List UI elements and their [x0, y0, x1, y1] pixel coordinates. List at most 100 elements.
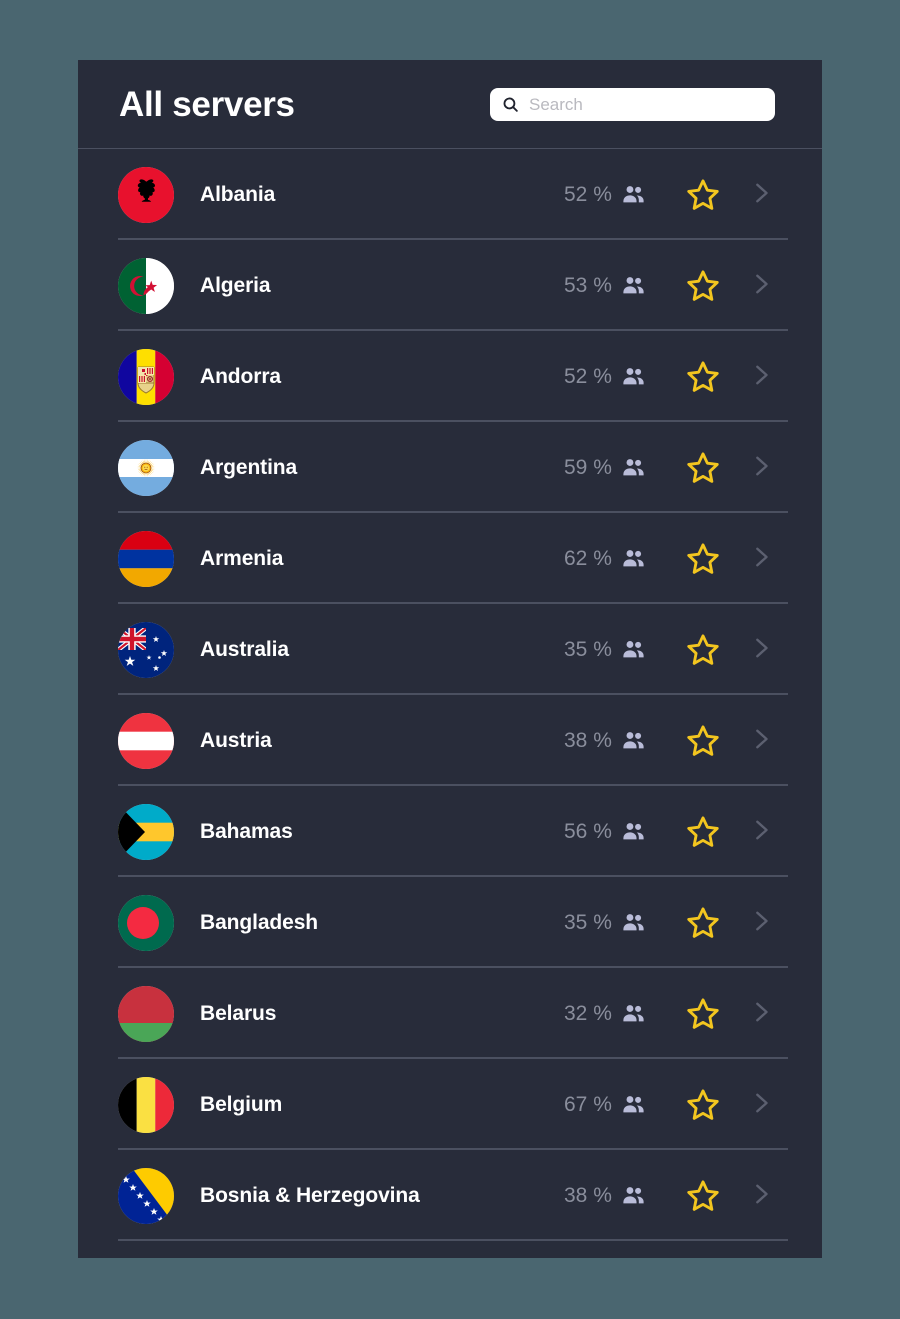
flag-icon: [118, 803, 174, 860]
load-percent: 38 %: [564, 728, 612, 752]
all-servers-card: All servers Albania 52 % Algeria 53 %: [78, 60, 822, 1258]
favorite-button[interactable]: [672, 450, 734, 486]
open-server-button[interactable]: [734, 1183, 788, 1209]
people-icon: [621, 637, 646, 662]
star-outline-icon: [685, 1087, 721, 1123]
open-server-button[interactable]: [734, 546, 788, 572]
server-load: 38 %: [564, 728, 672, 753]
search-input[interactable]: [529, 88, 763, 121]
people-icon: [621, 546, 646, 571]
chevron-right-icon: [750, 637, 772, 663]
people-icon: [621, 182, 646, 207]
favorite-button[interactable]: [672, 268, 734, 304]
chevron-right-icon: [750, 364, 772, 390]
people-icon: [621, 455, 646, 480]
server-list: Albania 52 % Algeria 53 % Andorra 52 % A…: [78, 149, 822, 1241]
server-name: Albania: [200, 182, 276, 206]
people-icon: [621, 819, 646, 844]
load-percent: 35 %: [564, 637, 612, 661]
server-load: 59 %: [564, 455, 672, 480]
star-outline-icon: [685, 814, 721, 850]
page-title: All servers: [119, 85, 295, 124]
search-box[interactable]: [490, 88, 775, 121]
star-outline-icon: [685, 905, 721, 941]
row-divider: [118, 1239, 788, 1241]
favorite-button[interactable]: [672, 541, 734, 577]
flag-icon: [118, 621, 174, 678]
server-name: Armenia: [200, 546, 284, 570]
table-row[interactable]: Armenia 62 %: [78, 513, 822, 604]
server-load: 67 %: [564, 1092, 672, 1117]
load-percent: 52 %: [564, 364, 612, 388]
open-server-button[interactable]: [734, 182, 788, 208]
table-row[interactable]: Belgium 67 %: [78, 1059, 822, 1150]
chevron-right-icon: [750, 1092, 772, 1118]
chevron-right-icon: [750, 910, 772, 936]
flag-icon: [118, 348, 174, 405]
server-name: Austria: [200, 728, 272, 752]
star-outline-icon: [685, 1178, 721, 1214]
load-percent: 56 %: [564, 819, 612, 843]
table-row[interactable]: Bosnia & Herzegovina 38 %: [78, 1150, 822, 1241]
chevron-right-icon: [750, 182, 772, 208]
table-row[interactable]: Belarus 32 %: [78, 968, 822, 1059]
load-percent: 67 %: [564, 1092, 612, 1116]
server-load: 53 %: [564, 273, 672, 298]
server-name: Belarus: [200, 1001, 277, 1025]
open-server-button[interactable]: [734, 1092, 788, 1118]
table-row[interactable]: Austria 38 %: [78, 695, 822, 786]
star-outline-icon: [685, 359, 721, 395]
chevron-right-icon: [750, 546, 772, 572]
server-load: 38 %: [564, 1183, 672, 1208]
favorite-button[interactable]: [672, 632, 734, 668]
table-row[interactable]: Albania 52 %: [78, 149, 822, 240]
table-row[interactable]: Argentina 59 %: [78, 422, 822, 513]
open-server-button[interactable]: [734, 273, 788, 299]
table-row[interactable]: Bangladesh 35 %: [78, 877, 822, 968]
open-server-button[interactable]: [734, 910, 788, 936]
favorite-button[interactable]: [672, 996, 734, 1032]
open-server-button[interactable]: [734, 728, 788, 754]
favorite-button[interactable]: [672, 723, 734, 759]
favorite-button[interactable]: [672, 177, 734, 213]
people-icon: [621, 1001, 646, 1026]
server-load: 52 %: [564, 364, 672, 389]
star-outline-icon: [685, 541, 721, 577]
favorite-button[interactable]: [672, 359, 734, 395]
chevron-right-icon: [750, 1183, 772, 1209]
load-percent: 62 %: [564, 546, 612, 570]
favorite-button[interactable]: [672, 905, 734, 941]
favorite-button[interactable]: [672, 814, 734, 850]
favorite-button[interactable]: [672, 1087, 734, 1123]
people-icon: [621, 910, 646, 935]
open-server-button[interactable]: [734, 455, 788, 481]
star-outline-icon: [685, 723, 721, 759]
open-server-button[interactable]: [734, 819, 788, 845]
server-name: Argentina: [200, 455, 298, 479]
table-row[interactable]: Australia 35 %: [78, 604, 822, 695]
open-server-button[interactable]: [734, 364, 788, 390]
flag-icon: [118, 439, 174, 496]
table-row[interactable]: Bahamas 56 %: [78, 786, 822, 877]
table-row[interactable]: Andorra 52 %: [78, 331, 822, 422]
chevron-right-icon: [750, 728, 772, 754]
table-row[interactable]: Algeria 53 %: [78, 240, 822, 331]
flag-icon: [118, 1076, 174, 1133]
server-name: Belgium: [200, 1092, 283, 1116]
flag-icon: [118, 1167, 174, 1224]
star-outline-icon: [685, 268, 721, 304]
load-percent: 59 %: [564, 455, 612, 479]
server-name: Bahamas: [200, 819, 293, 843]
open-server-button[interactable]: [734, 1001, 788, 1027]
chevron-right-icon: [750, 455, 772, 481]
star-outline-icon: [685, 996, 721, 1032]
flag-icon: [118, 712, 174, 769]
search-icon: [502, 96, 519, 113]
open-server-button[interactable]: [734, 637, 788, 663]
server-name: Bosnia & Herzegovina: [200, 1183, 420, 1207]
favorite-button[interactable]: [672, 1178, 734, 1214]
people-icon: [621, 364, 646, 389]
star-outline-icon: [685, 177, 721, 213]
flag-icon: [118, 894, 174, 951]
people-icon: [621, 1092, 646, 1117]
